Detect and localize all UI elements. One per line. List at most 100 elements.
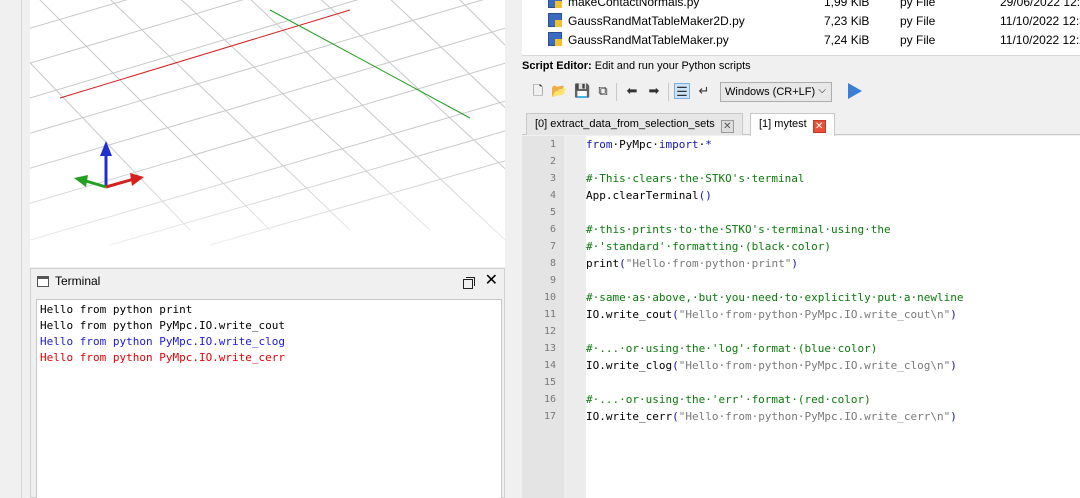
restore-icon[interactable] xyxy=(463,277,475,289)
python-file-icon xyxy=(548,0,562,8)
line-number: 12 xyxy=(543,326,556,337)
line-number: 17 xyxy=(543,411,556,422)
code-token: from xyxy=(586,138,613,151)
code-line: 17 IO.write_cerr("Hello·from·python·PyMpc… xyxy=(544,408,1080,425)
code-token: import xyxy=(658,138,699,151)
tab-label: [1] mytest xyxy=(759,118,807,130)
code-token: "Hello·from·python·PyMpc.IO.write_clog\n… xyxy=(678,359,951,372)
file-name: GaussRandMatTableMaker.py xyxy=(568,33,729,47)
code-token: #·This·clears·the·STKO's·terminal xyxy=(586,172,805,185)
close-tab-icon[interactable]: ✕ xyxy=(720,120,734,133)
terminal-titlebar: Terminal ✕ xyxy=(31,269,504,297)
line-number: 14 xyxy=(543,360,556,371)
line-number: 11 xyxy=(543,309,556,320)
code-line: 5 xyxy=(550,204,1080,221)
x-axis-line xyxy=(59,9,351,99)
code-token: ·PyMpc· xyxy=(612,138,659,151)
terminal-title: Terminal xyxy=(55,274,101,288)
y-axis-line xyxy=(269,9,471,119)
left-pane: Terminal ✕ Hello from python print Hello … xyxy=(0,0,515,498)
line-number: 2 xyxy=(549,156,556,167)
line-number: 3 xyxy=(549,173,556,184)
close-tab-icon[interactable]: ✕ xyxy=(812,120,826,133)
code-token: App.clearTerminal xyxy=(586,189,699,202)
toolbar-separator xyxy=(616,83,617,101)
line-number: 16 xyxy=(543,394,556,405)
tab-label: [0] extract_data_from_selection_sets xyxy=(535,118,715,130)
code-token: ) xyxy=(791,257,798,270)
left-dock-strip xyxy=(0,0,22,498)
code-token: () xyxy=(698,189,712,202)
code-token: IO.write_clog xyxy=(586,359,673,372)
line-number: 9 xyxy=(549,275,556,286)
file-size: 7,23 KiB xyxy=(824,14,870,28)
code-token: IO.write_cout xyxy=(586,308,673,321)
code-line: 8 print("Hello·from·python·print") xyxy=(550,255,1080,272)
file-row[interactable]: GaussRandMatTableMaker.py 7,24 KiB py File… xyxy=(522,30,1080,50)
code-line: 16 #·...·or·using·the·'err'·format·(red·c… xyxy=(544,391,1080,408)
code-line: 6 #·this·prints·to·the·STKO's·terminal·us… xyxy=(550,221,1080,238)
code-line: 3 #·This·clears·the·STKO's·terminal xyxy=(550,170,1080,187)
code-line: 7 #·'standard'·formatting·(black·color) xyxy=(550,238,1080,255)
file-date: 11/10/2022 12:3 xyxy=(1000,14,1080,28)
file-browser-list: makeContactNormals.py 1,99 KiB py File 29/0… xyxy=(522,0,1080,56)
code-token: "Hello·from·python·PyMpc.IO.write_cerr\n… xyxy=(678,410,951,423)
show-eol-icon[interactable]: ↵ xyxy=(696,83,712,99)
code-token: #·...·or·using·the·'log'·format·(blue·co… xyxy=(586,342,878,355)
code-area[interactable]: 1 from·PyMpc·import·* 2 3 #·This·clears·the·… xyxy=(544,136,1080,498)
terminal-line: Hello from python PyMpc.IO.write_clog xyxy=(40,335,286,348)
code-token: ) xyxy=(950,308,957,321)
line-number: 10 xyxy=(543,292,556,303)
terminal-icon xyxy=(37,276,49,287)
code-token: #·this·prints·to·the·STKO's·terminal·usi… xyxy=(586,223,891,236)
line-number: 7 xyxy=(549,241,556,252)
script-toolbar: 🗋 📂 💾 ⧉ ⬅ ➡ ☰ ↵ Windows (CR+LF) ⌵ xyxy=(528,80,1078,104)
script-tabs: [0] extract_data_from_selection_sets ✕ [1… xyxy=(522,111,1080,136)
code-token: ( xyxy=(672,359,679,372)
file-name: GaussRandMatTableMaker2D.py xyxy=(568,14,745,28)
fold-margin xyxy=(564,136,586,498)
3d-viewport[interactable] xyxy=(30,0,505,267)
line-number: 13 xyxy=(543,343,556,354)
redo-icon[interactable]: ➡ xyxy=(646,83,662,99)
line-number: 15 xyxy=(543,377,556,388)
new-file-icon[interactable]: 🗋 xyxy=(530,83,546,99)
python-file-icon xyxy=(548,32,562,46)
terminal-output[interactable]: Hello from python print Hello from python… xyxy=(36,299,502,498)
code-token: ( xyxy=(619,257,626,270)
terminal-line: Hello from python print xyxy=(40,303,193,316)
close-icon[interactable]: ✕ xyxy=(485,273,498,289)
file-name: makeContactNormals.py xyxy=(568,0,700,9)
undo-icon[interactable]: ⬅ xyxy=(624,83,640,99)
script-editor-subtitle: Edit and run your Python scripts xyxy=(591,60,751,72)
code-editor[interactable]: 1 from·PyMpc·import·* 2 3 #·This·clears·the·… xyxy=(522,136,1080,498)
save-icon[interactable]: 💾 xyxy=(574,83,590,99)
script-editor-label: Script Editor: Edit and run your Python … xyxy=(522,60,751,72)
script-editor-title: Script Editor: xyxy=(522,60,592,72)
line-number: 4 xyxy=(549,190,556,201)
word-wrap-icon[interactable]: ☰ xyxy=(674,83,690,99)
eol-mode-select[interactable]: Windows (CR+LF) ⌵ xyxy=(720,82,832,102)
file-type: py File xyxy=(900,33,936,47)
file-type: py File xyxy=(900,0,936,9)
code-token: ) xyxy=(950,359,957,372)
line-number: 5 xyxy=(549,207,556,218)
tab-mytest[interactable]: [1] mytest ✕ xyxy=(750,113,835,136)
file-size: 7,24 KiB xyxy=(824,33,870,47)
code-token: ( xyxy=(672,410,679,423)
file-date: 29/06/2022 12:0 xyxy=(1000,0,1080,9)
file-row[interactable]: GaussRandMatTableMaker2D.py 7,23 KiB py Fi… xyxy=(522,11,1080,31)
chevron-down-icon: ⌵ xyxy=(818,85,826,96)
grid-canvas xyxy=(30,0,505,267)
save-all-icon[interactable]: ⧉ xyxy=(595,83,611,99)
code-token: print xyxy=(586,257,620,270)
code-token: ( xyxy=(672,308,679,321)
code-token: #·same·as·above,·but·you·need·to·explici… xyxy=(586,291,964,304)
code-line: 13 #·...·or·using·the·'log'·format·(blue·… xyxy=(544,340,1080,357)
tab-extract-data[interactable]: [0] extract_data_from_selection_sets ✕ xyxy=(526,113,743,135)
open-file-icon[interactable]: 📂 xyxy=(551,83,567,99)
code-line: 14 IO.write_clog("Hello·from·python·PyMpc… xyxy=(544,357,1080,374)
run-icon[interactable] xyxy=(848,83,862,99)
terminal-panel: Terminal ✕ Hello from python print Hello … xyxy=(30,268,505,498)
code-line: 4 App.clearTerminal() xyxy=(550,187,1080,204)
